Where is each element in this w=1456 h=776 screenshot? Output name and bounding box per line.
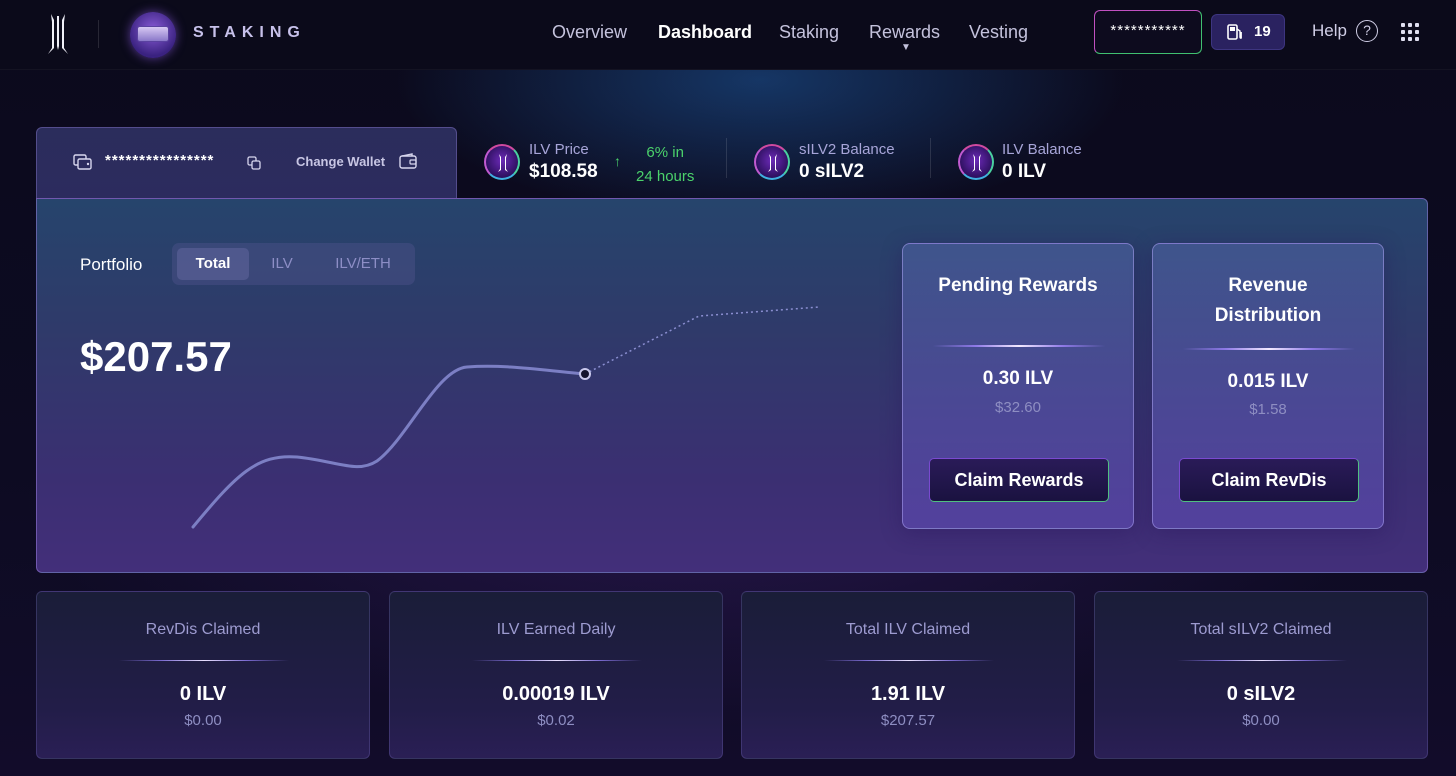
tab-ilv[interactable]: ILV xyxy=(254,248,310,280)
copy-icon[interactable] xyxy=(247,156,261,170)
stat-card-total-ilv-claimed: Total ILV Claimed 1.91 ILV $207.57 xyxy=(741,591,1075,759)
ilv-price-value: $108.58 xyxy=(529,161,598,182)
apps-grid-icon[interactable] xyxy=(1401,23,1419,41)
help-icon[interactable]: ? xyxy=(1356,20,1378,42)
portfolio-label: Portfolio xyxy=(80,255,143,274)
revenue-usd: $1.58 xyxy=(1249,401,1287,418)
stat-card-usd: $0.02 xyxy=(537,712,575,729)
ilv-balance-label: ILV Balance xyxy=(1002,141,1082,158)
stat-card-total-silv2-claimed: Total sILV2 Claimed 0 sILV2 $0.00 xyxy=(1094,591,1428,759)
nav-rewards[interactable]: Rewards xyxy=(869,22,940,43)
price-change-line2: 24 hours xyxy=(636,168,695,185)
silv2-balance-value: 0 sILV2 xyxy=(799,161,865,182)
tab-ilv-eth[interactable]: ILV/ETH xyxy=(320,248,406,280)
card-title-line1: Revenue xyxy=(1228,275,1308,296)
stat-card-usd: $0.00 xyxy=(1242,712,1280,729)
wallet-address: **************** xyxy=(105,152,215,169)
portfolio-panel: Portfolio Total ILV ILV/ETH $207.57 Pend… xyxy=(36,198,1428,573)
gas-button[interactable]: 19 xyxy=(1211,14,1285,50)
revenue-amount: 0.015 ILV xyxy=(1227,371,1309,392)
connected-wallet-button[interactable]: *********** xyxy=(1094,10,1202,54)
stat-card-value: 0 sILV2 xyxy=(1226,683,1296,705)
tab-total[interactable]: Total xyxy=(177,248,249,280)
stat-card-divider xyxy=(824,660,994,661)
chart-current-point xyxy=(579,368,591,380)
ilv-coin-icon xyxy=(484,144,520,180)
stat-card-value: 1.91 ILV xyxy=(870,683,946,705)
stat-card-usd: $207.57 xyxy=(880,712,936,729)
stat-divider xyxy=(726,138,727,178)
change-wallet-button[interactable]: Change Wallet xyxy=(296,154,385,169)
header-divider xyxy=(98,20,99,48)
stat-card-label: Total ILV Claimed xyxy=(845,621,971,638)
portfolio-value: $207.57 xyxy=(80,333,232,380)
card-divider xyxy=(933,345,1105,347)
top-header: STAKING Overview Dashboard Staking Rewar… xyxy=(0,0,1456,70)
wallet-icon xyxy=(73,154,92,170)
revenue-distribution-card: Revenue Distribution 0.015 ILV $1.58 Cla… xyxy=(1152,243,1384,529)
stat-card-label: RevDis Claimed xyxy=(145,621,261,638)
help-link[interactable]: Help xyxy=(1312,21,1347,41)
stat-card-label: Total sILV2 Claimed xyxy=(1190,621,1332,638)
price-change-line1: 6% in xyxy=(646,144,684,161)
stat-card-value: 0 ILV xyxy=(179,683,227,705)
arrow-up-icon: ↑ xyxy=(614,153,621,169)
nav-vesting[interactable]: Vesting xyxy=(969,22,1028,43)
stat-card-usd: $0.00 xyxy=(184,712,222,729)
gas-pump-icon xyxy=(1227,24,1242,40)
stat-card-label: ILV Earned Daily xyxy=(496,621,616,638)
pending-rewards-card: Pending Rewards 0.30 ILV $32.60 Claim Re… xyxy=(902,243,1134,529)
nav-dashboard[interactable]: Dashboard xyxy=(658,22,752,43)
nav-overview[interactable]: Overview xyxy=(552,22,627,43)
wallet-tab: **************** Change Wallet xyxy=(36,127,457,199)
stat-card-value: 0.00019 ILV xyxy=(502,683,610,705)
stat-card-revdis-claimed: RevDis Claimed 0 ILV $0.00 xyxy=(36,591,370,759)
price-change: 6% in 24 hours xyxy=(636,141,694,189)
pending-amount: 0.30 ILV xyxy=(982,368,1054,389)
ilv-coin-icon xyxy=(958,144,994,180)
claim-rewards-button[interactable]: Claim Rewards xyxy=(929,458,1109,502)
pending-usd: $32.60 xyxy=(995,399,1041,416)
card-title: Pending Rewards xyxy=(938,275,1098,296)
card-divider xyxy=(1183,348,1355,350)
card-title-line2: Distribution xyxy=(1214,305,1322,326)
gas-count: 19 xyxy=(1254,23,1271,40)
silv2-coin-icon xyxy=(754,144,790,180)
chart-projection-line xyxy=(584,306,820,375)
wallet-icon[interactable] xyxy=(399,153,417,169)
ilv-price-label: ILV Price xyxy=(529,141,589,158)
staking-badge-icon[interactable] xyxy=(130,12,176,58)
stat-card-ilv-earned-daily: ILV Earned Daily 0.00019 ILV $0.02 xyxy=(389,591,723,759)
brand-title[interactable]: STAKING xyxy=(193,24,306,42)
chart-history-line xyxy=(191,364,587,529)
portfolio-tabs: Total ILV ILV/ETH xyxy=(172,243,415,285)
stat-card-divider xyxy=(472,660,642,661)
stat-card-divider xyxy=(1177,660,1347,661)
stat-divider xyxy=(930,138,931,178)
stat-card-divider xyxy=(119,660,289,661)
nav-staking[interactable]: Staking xyxy=(779,22,839,43)
chevron-down-icon[interactable]: ▼ xyxy=(901,42,911,53)
ilv-balance-value: 0 ILV xyxy=(1002,161,1046,182)
illuvium-logo-icon[interactable] xyxy=(44,12,72,56)
silv2-balance-label: sILV2 Balance xyxy=(799,141,895,158)
claim-revdis-button[interactable]: Claim RevDis xyxy=(1179,458,1359,502)
